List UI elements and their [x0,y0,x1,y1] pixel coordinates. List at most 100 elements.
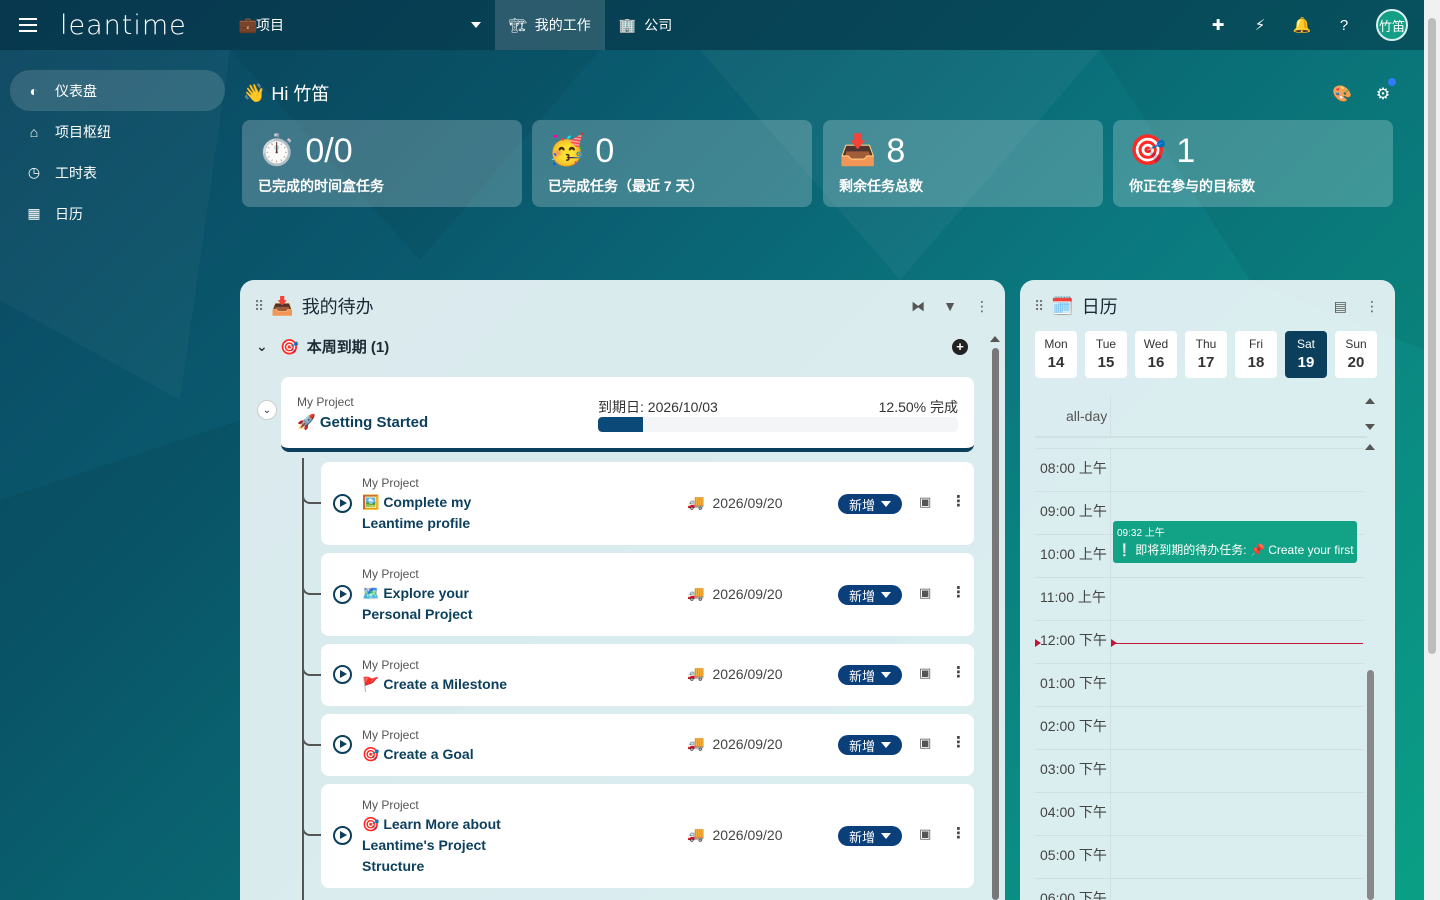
milestone-card[interactable]: My Project 🚀 Getting Started 到期日: 2026/1… [281,377,974,452]
sidebar-item-calendar[interactable]: ▦ 日历 [10,193,225,234]
dashboard-icon: ◐ [29,82,39,99]
calendar-x-icon[interactable]: ▣ [919,735,931,751]
more-options-icon[interactable]: ⋮ [1365,298,1379,315]
more-options-icon[interactable]: ⋮ [951,733,966,751]
filter-icon[interactable]: ▼ [943,298,957,315]
day-mon[interactable]: Mon 14 [1035,331,1077,378]
calendar-x-icon[interactable]: ▣ [919,665,931,681]
more-options-icon[interactable]: ⋮ [951,824,966,842]
calendar-scroll-thumb[interactable] [1367,670,1374,900]
calendar-view-icon[interactable]: ▤ [1334,298,1347,315]
sidebar: ◐ 仪表盘 ⌂ 项目枢纽 ◷ 工时表 ▦ 日历 [10,70,225,234]
task-date-text: 2026/09/20 [712,585,783,602]
task-title[interactable]: 🖼️ Complete my Leantime profile [362,492,512,534]
day-fri[interactable]: Fri 18 [1235,331,1277,378]
status-dropdown[interactable]: 新增 [838,826,902,846]
calendar-x-icon[interactable]: ▣ [919,585,931,601]
sidebar-item-dashboard[interactable]: ◐ 仪表盘 [10,70,225,111]
task-due-date[interactable]: 🚚 2026/09/20 [687,665,783,682]
calendar-x-icon[interactable]: ▣ [919,494,931,510]
task-title[interactable]: 🗺️ Explore your Personal Project [362,583,512,625]
task-due-date[interactable]: 🚚 2026/09/20 [687,826,783,843]
tab-company[interactable]: 🏢 公司 [605,0,686,50]
task-due-date[interactable]: 🚚 2026/09/20 [687,735,783,752]
scroll-up-icon[interactable] [1365,444,1375,450]
day-sat[interactable]: Sat 19 [1285,331,1327,378]
day-tue[interactable]: Tue 15 [1085,331,1127,378]
milestone-collapse-toggle[interactable]: ⌄ [257,400,277,420]
chevron-down-icon[interactable]: ⌄ [256,338,272,355]
more-options-icon[interactable]: ⋮ [951,583,966,601]
calendar-event[interactable]: 09:32 上午 ❕ 即将到期的待办任务: 📌 Create your firs… [1113,521,1357,563]
status-label: 新增 [848,829,875,845]
group-by-icon[interactable]: ⧓ [911,298,925,315]
task-card[interactable]: My Project 🎯 Create a Goal 🚚 2026/09/20 新增… [302,706,974,776]
status-dropdown[interactable]: 新增 [838,665,902,685]
status-label: 新增 [848,668,875,684]
all-day-row[interactable]: all-day [1035,396,1367,438]
building-icon: 🏢 [618,16,637,33]
more-options-icon[interactable]: ⋮ [975,298,989,315]
project-selector[interactable]: 💼 项目 [239,0,495,50]
stat-label: 已完成的时间盒任务 [258,178,384,194]
scroll-up-icon[interactable] [990,336,1000,342]
task-card[interactable]: My Project 🖼️ Complete my Leantime profile… [302,462,974,545]
tab-my-work[interactable]: 🏗 我的工作 [495,0,605,50]
notification-dot [1388,78,1397,86]
play-timer-icon[interactable] [333,735,352,754]
week-day-selector: Mon 14 Tue 15 Wed 16 Thu 17 Fri 18 Sat 19 Sun 2… [1035,331,1377,378]
avatar[interactable]: 竹笛 [1376,9,1408,41]
time-grid[interactable]: 08:00 上午 09:00 上午 10:00 上午 11:00 上午 12:0… [1035,448,1363,900]
task-card[interactable]: My Project 🎯 Learn More about Leantime's P… [302,776,974,888]
play-timer-icon[interactable] [333,494,352,513]
hour-label: 03:00 下午 [1040,761,1107,777]
task-project: My Project [362,567,419,581]
group-header-this-week[interactable]: ⌄ 🎯 本周到期 (1) + [256,336,968,357]
more-options-icon[interactable]: ⋮ [951,492,966,510]
calendar-header: ⠿ 🗓️ 日历 ▤ ⋮ [1020,280,1395,332]
help-icon[interactable]: ? [1334,15,1354,35]
bell-icon[interactable]: 🔔 [1292,15,1312,35]
task-due-date[interactable]: 🚚 2026/09/20 [687,494,783,511]
scroll-up-icon[interactable] [1365,398,1375,404]
status-dropdown[interactable]: 新增 [838,735,902,755]
calendar-x-icon[interactable]: ▣ [919,826,931,842]
target-icon: 🎯 [1129,134,1167,167]
inbox-icon: 📥 [839,134,877,167]
day-sun[interactable]: Sun 20 [1335,331,1377,378]
day-number: 15 [1097,354,1115,371]
bolt-icon[interactable]: ⚡ [1250,15,1270,35]
task-due-date[interactable]: 🚚 2026/09/20 [687,585,783,602]
task-title[interactable]: 🎯 Create a Goal [362,744,512,765]
hour-label: 09:00 上午 [1040,503,1107,519]
play-timer-icon[interactable] [333,585,352,604]
status-dropdown[interactable]: 新增 [838,494,902,514]
menu-toggle-button[interactable] [0,0,56,50]
app-logo[interactable]: leantime [60,10,240,41]
sidebar-item-timesheets[interactable]: ◷ 工时表 [10,152,225,193]
sidebar-item-project-hub[interactable]: ⌂ 项目枢纽 [10,111,225,152]
task-title[interactable]: 🚩 Create a Milestone [362,674,512,695]
tree-branch [302,545,321,595]
task-title[interactable]: 🎯 Learn More about Leantime's Project Stru… [362,814,512,877]
day-wed[interactable]: Wed 16 [1135,331,1177,378]
more-options-icon[interactable]: ⋮ [951,663,966,681]
todo-title: 我的待办 [301,297,374,317]
status-dropdown[interactable]: 新增 [838,585,902,605]
todo-scroll-thumb[interactable] [992,348,999,900]
settings-icon[interactable]: ⚙ [1376,78,1397,104]
page-scroll-thumb[interactable] [1428,18,1436,654]
task-card[interactable]: My Project 🗺️ Explore your Personal Projec… [302,545,974,636]
day-thu[interactable]: Thu 17 [1185,331,1227,378]
hour-label: 08:00 上午 [1040,460,1107,476]
day-name: Sat [1296,337,1315,351]
play-timer-icon[interactable] [333,665,352,684]
scroll-down-icon[interactable] [1365,424,1375,430]
drag-handle-icon[interactable]: ⠿ [254,298,264,315]
play-timer-icon[interactable] [333,826,352,845]
add-task-button[interactable]: + [952,338,968,355]
task-card[interactable]: My Project 🚩 Create a Milestone 🚚 2026/09/… [302,636,974,706]
palette-icon[interactable]: 🎨 [1332,84,1352,104]
drag-handle-icon[interactable]: ⠿ [1034,298,1044,315]
puzzle-icon[interactable]: ✚ [1208,15,1228,35]
